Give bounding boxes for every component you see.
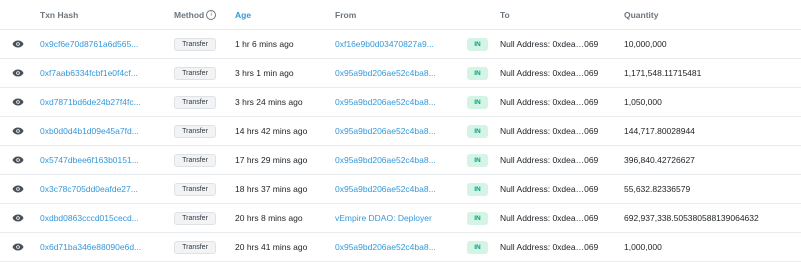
txn-hash-link[interactable]: 0x5747dbee6f163b0151... — [40, 155, 139, 165]
age-text: 1 hr 6 mins ago — [235, 39, 294, 49]
quantity-value: 692,937,338.505380588139064632 — [624, 213, 759, 223]
eye-icon — [12, 185, 24, 193]
row-preview-button[interactable] — [10, 233, 26, 261]
direction-badge: IN — [467, 240, 488, 254]
txn-hash-link[interactable]: 0x9cf6e70d8761a6d565... — [40, 39, 138, 49]
method-badge: Transfer — [174, 240, 216, 254]
direction-badge: IN — [467, 66, 488, 80]
direction-badge: IN — [467, 37, 488, 51]
method-badge: Transfer — [174, 66, 216, 80]
eye-icon — [12, 40, 24, 48]
quantity-value: 1,171,548.11715481 — [624, 68, 702, 78]
age-text: 3 hrs 1 min ago — [235, 68, 294, 78]
method-badge: Transfer — [174, 182, 216, 196]
row-preview-button[interactable] — [10, 59, 26, 87]
eye-icon — [12, 98, 24, 106]
age-text: 17 hrs 29 mins ago — [235, 155, 308, 165]
from-address-link[interactable]: 0x95a9bd206ae52c4ba8... — [335, 184, 436, 194]
method-badge: Transfer — [174, 211, 216, 225]
method-badge: Transfer — [174, 153, 216, 167]
col-from: From — [335, 9, 357, 20]
txn-hash-link[interactable]: 0x3c78c705dd0eafde27... — [40, 184, 138, 194]
age-text: 20 hrs 8 mins ago — [235, 213, 303, 223]
quantity-value: 1,050,000 — [624, 97, 662, 107]
row-preview-button[interactable] — [10, 204, 26, 232]
row-preview-button[interactable] — [10, 88, 26, 116]
to-address-text: Null Address: 0xdea…069 — [500, 242, 599, 252]
info-icon[interactable]: i — [206, 9, 217, 20]
method-badge: Transfer — [174, 37, 216, 51]
col-method: Method i — [174, 0, 234, 29]
eye-icon — [12, 243, 24, 251]
direction-badge: IN — [467, 211, 488, 225]
age-text: 14 hrs 42 mins ago — [235, 126, 308, 136]
to-address-text: Null Address: 0xdea…069 — [500, 126, 599, 136]
age-text: 3 hrs 24 mins ago — [235, 97, 303, 107]
table-row: 0xf7aab6334fcbf1e0f4cf... Transfer 3 hrs… — [0, 59, 801, 88]
row-preview-button[interactable] — [10, 146, 26, 174]
quantity-value: 55,632.82336579 — [624, 184, 691, 194]
col-method-label: Method — [174, 9, 205, 20]
to-address-text: Null Address: 0xdea…069 — [500, 213, 599, 223]
from-address-link[interactable]: 0x95a9bd206ae52c4ba8... — [335, 155, 436, 165]
direction-badge: IN — [467, 124, 488, 138]
row-preview-button[interactable] — [10, 175, 26, 203]
direction-badge: IN — [467, 153, 488, 167]
from-address-link[interactable]: 0x95a9bd206ae52c4ba8... — [335, 242, 436, 252]
table-row: 0xd7871bd6de24b27f4fc... Transfer 3 hrs … — [0, 88, 801, 117]
eye-icon — [12, 69, 24, 77]
age-text: 20 hrs 41 mins ago — [235, 242, 308, 252]
from-address-link[interactable]: 0x95a9bd206ae52c4ba8... — [335, 68, 436, 78]
txn-hash-link[interactable]: 0xb0d0d4b1d09e45a7fd... — [40, 126, 139, 136]
eye-icon — [12, 214, 24, 222]
quantity-value: 144,717.80028944 — [624, 126, 695, 136]
col-age-toggle[interactable]: Age — [235, 0, 335, 29]
txn-hash-link[interactable]: 0xf7aab6334fcbf1e0f4cf... — [40, 68, 138, 78]
quantity-value: 10,000,000 — [624, 39, 667, 49]
table-row: 0xb0d0d4b1d09e45a7fd... Transfer 14 hrs … — [0, 117, 801, 146]
row-preview-button[interactable] — [10, 30, 26, 58]
from-address-link[interactable]: 0x95a9bd206ae52c4ba8... — [335, 126, 436, 136]
age-text: 18 hrs 37 mins ago — [235, 184, 308, 194]
eye-icon — [12, 127, 24, 135]
method-badge: Transfer — [174, 124, 216, 138]
txn-hash-link[interactable]: 0xd7871bd6de24b27f4fc... — [40, 97, 141, 107]
from-address-link[interactable]: 0x95a9bd206ae52c4ba8... — [335, 97, 436, 107]
col-txn-hash: Txn Hash — [40, 9, 79, 20]
from-address-link[interactable]: 0xf16e9b0d03470827a9... — [335, 39, 434, 49]
direction-badge: IN — [467, 182, 488, 196]
txn-hash-link[interactable]: 0xdbd0863cccd015cecd... — [40, 213, 139, 223]
from-address-link[interactable]: vEmpire DDAO: Deployer — [335, 213, 432, 223]
to-address-text: Null Address: 0xdea…069 — [500, 97, 599, 107]
quantity-value: 396,840.42726627 — [624, 155, 695, 165]
table-row: 0xdbd0863cccd015cecd... Transfer 20 hrs … — [0, 204, 801, 233]
to-address-text: Null Address: 0xdea…069 — [500, 184, 599, 194]
quantity-value: 1,000,000 — [624, 242, 662, 252]
to-address-text: Null Address: 0xdea…069 — [500, 68, 599, 78]
eye-icon — [12, 156, 24, 164]
table-row: 0x6d71ba346e88090e6d... Transfer 20 hrs … — [0, 233, 801, 262]
table-header: Txn Hash Method i Age From To Quantity — [0, 0, 801, 30]
table-body: 0x9cf6e70d8761a6d565... Transfer 1 hr 6 … — [0, 30, 801, 262]
token-transfers-table: Txn Hash Method i Age From To Quantity 0… — [0, 0, 801, 262]
row-preview-button[interactable] — [10, 117, 26, 145]
to-address-text: Null Address: 0xdea…069 — [500, 39, 599, 49]
col-quantity: Quantity — [624, 9, 659, 20]
table-row: 0x5747dbee6f163b0151... Transfer 17 hrs … — [0, 146, 801, 175]
method-badge: Transfer — [174, 95, 216, 109]
col-to: To — [500, 9, 510, 20]
to-address-text: Null Address: 0xdea…069 — [500, 155, 599, 165]
table-row: 0x9cf6e70d8761a6d565... Transfer 1 hr 6 … — [0, 30, 801, 59]
table-row: 0x3c78c705dd0eafde27... Transfer 18 hrs … — [0, 175, 801, 204]
txn-hash-link[interactable]: 0x6d71ba346e88090e6d... — [40, 242, 141, 252]
direction-badge: IN — [467, 95, 488, 109]
